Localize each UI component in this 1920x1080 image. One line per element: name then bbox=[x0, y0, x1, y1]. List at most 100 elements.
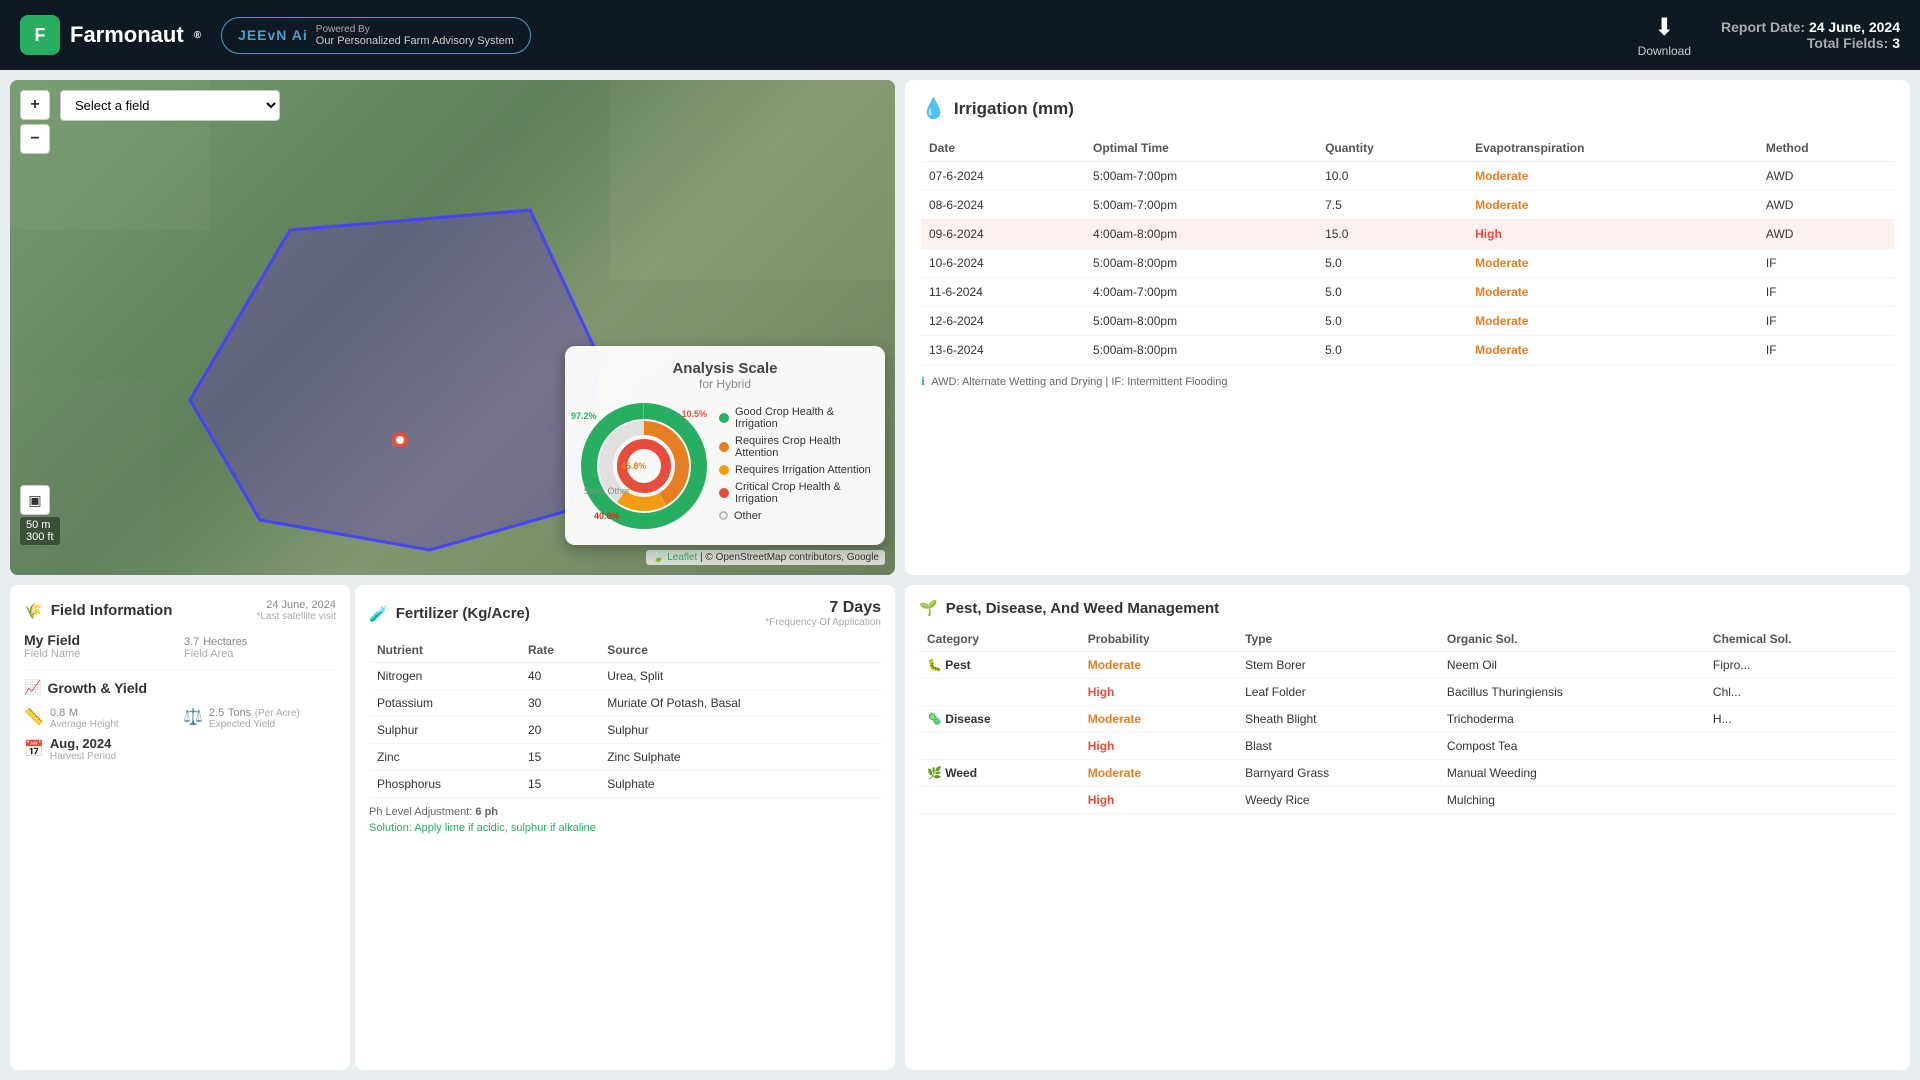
col-quantity: Quantity bbox=[1317, 135, 1467, 162]
logo-area: F Farmonaut ® bbox=[20, 15, 201, 55]
irr-method: IF bbox=[1758, 336, 1894, 365]
header: F Farmonaut ® JEEvN Ai Powered By Our Per… bbox=[0, 0, 1920, 70]
pest-row: High Leaf Folder Bacillus Thuringiensis … bbox=[919, 679, 1896, 706]
col-probability: Probability bbox=[1080, 627, 1237, 652]
pest-body: 🐛 Pest Moderate Stem Borer Neem Oil Fipr… bbox=[919, 652, 1896, 814]
irrigation-row: 13-6-2024 5:00am-8:00pm 5.0 Moderate IF bbox=[921, 336, 1894, 365]
fert-nutrient: Phosphorus bbox=[369, 771, 520, 798]
irr-qty: 10.0 bbox=[1317, 162, 1467, 191]
fertilizer-table: Nutrient Rate Source Nitrogen 40 Urea, S… bbox=[369, 638, 881, 798]
col-method: Method bbox=[1758, 135, 1894, 162]
pest-chemical bbox=[1705, 787, 1896, 814]
irr-qty: 5.0 bbox=[1317, 307, 1467, 336]
pest-row: 🐛 Pest Moderate Stem Borer Neem Oil Fipr… bbox=[919, 652, 1896, 679]
irrigation-row: 08-6-2024 5:00am-7:00pm 7.5 Moderate AWD bbox=[921, 191, 1894, 220]
legend-item-4: Critical Crop Health & Irrigation bbox=[719, 481, 871, 505]
fert-nutrient: Zinc bbox=[369, 744, 520, 771]
zoom-in-button[interactable]: + bbox=[20, 90, 50, 120]
analysis-popup: Analysis Scale for Hybrid bbox=[565, 346, 885, 545]
fert-row: Potassium 30 Muriate Of Potash, Basal bbox=[369, 690, 881, 717]
jeevn-logo: JEEvN Ai bbox=[238, 27, 308, 43]
main-content: + − Select a field ⛶ ▣ 50 m 300 ft 🍃 Lea… bbox=[0, 70, 1920, 1080]
label-5-other: 5%% Other bbox=[584, 486, 630, 496]
pest-header-row: Category Probability Type Organic Sol. C… bbox=[919, 627, 1896, 652]
irr-evap: Moderate bbox=[1467, 162, 1758, 191]
col-source: Source bbox=[599, 638, 881, 663]
pest-probability: Moderate bbox=[1080, 706, 1237, 733]
analysis-title: Analysis Scale bbox=[579, 360, 871, 377]
legend-item-2: Requires Crop Health Attention bbox=[719, 435, 871, 459]
app-name: Farmonaut bbox=[70, 22, 184, 48]
zoom-out-button[interactable]: − bbox=[20, 124, 50, 154]
pest-category bbox=[919, 679, 1080, 706]
legend-item-5: Other bbox=[719, 510, 871, 522]
pest-category bbox=[919, 787, 1080, 814]
days-badge: 7 Days *Frequency Of Application bbox=[765, 599, 881, 628]
jeevn-badge: JEEvN Ai Powered By Our Personalized Far… bbox=[221, 17, 531, 54]
irrigation-row: 11-6-2024 4:00am-7:00pm 5.0 Moderate IF bbox=[921, 278, 1894, 307]
layer-button[interactable]: ▣ bbox=[20, 485, 50, 515]
fertilizer-panel: 🧪 Fertilizer (Kg/Acre) 7 Days *Frequency… bbox=[355, 585, 895, 1070]
pest-table: Category Probability Type Organic Sol. C… bbox=[919, 627, 1896, 814]
col-optimal-time: Optimal Time bbox=[1085, 135, 1317, 162]
pest-organic: Compost Tea bbox=[1439, 733, 1705, 760]
irr-date: 11-6-2024 bbox=[921, 278, 1085, 307]
field-grid: My Field Field Name 3.7 Hectares Field A… bbox=[24, 632, 336, 660]
pest-chemical bbox=[1705, 733, 1896, 760]
pest-probability: Moderate bbox=[1080, 760, 1237, 787]
irr-time: 4:00am-7:00pm bbox=[1085, 278, 1317, 307]
col-nutrient: Nutrient bbox=[369, 638, 520, 663]
legend-dot-1 bbox=[719, 413, 729, 423]
irr-date: 10-6-2024 bbox=[921, 249, 1085, 278]
label-10: 10.5% bbox=[681, 409, 707, 419]
analysis-content: 97.2% 10.5% 45.8% 5%% Other 40.8% Good C… bbox=[579, 401, 871, 531]
irr-time: 5:00am-7:00pm bbox=[1085, 191, 1317, 220]
legend-dot-3 bbox=[719, 465, 729, 475]
field-info-section-title: 🌾 Field Information bbox=[24, 602, 172, 620]
pest-probability: High bbox=[1080, 733, 1237, 760]
pest-organic: Neem Oil bbox=[1439, 652, 1705, 679]
pest-probability: Moderate bbox=[1080, 652, 1237, 679]
reg-symbol: ® bbox=[194, 30, 201, 41]
download-button[interactable]: ⬇ Download bbox=[1638, 13, 1691, 58]
legend-item-1: Good Crop Health & Irrigation bbox=[719, 406, 871, 430]
irr-time: 5:00am-8:00pm bbox=[1085, 307, 1317, 336]
pest-probability: High bbox=[1080, 679, 1237, 706]
pest-organic: Mulching bbox=[1439, 787, 1705, 814]
irr-time: 5:00am-8:00pm bbox=[1085, 249, 1317, 278]
irrigation-row: 09-6-2024 4:00am-8:00pm 15.0 High AWD bbox=[921, 220, 1894, 249]
fert-rate: 30 bbox=[520, 690, 599, 717]
logo-icon: F bbox=[20, 15, 60, 55]
field-name-item: My Field Field Name bbox=[24, 632, 176, 660]
irr-date: 09-6-2024 bbox=[921, 220, 1085, 249]
irr-evap: Moderate bbox=[1467, 278, 1758, 307]
fert-nutrient: Potassium bbox=[369, 690, 520, 717]
irrigation-table: Date Optimal Time Quantity Evapotranspir… bbox=[921, 135, 1894, 365]
field-select[interactable]: Select a field bbox=[60, 90, 280, 121]
yield-item: ⚖️ 2.5 Tons (Per Acre) Expected Yield bbox=[183, 704, 336, 730]
pest-chemical: Chl... bbox=[1705, 679, 1896, 706]
total-fields: Total Fields: 3 bbox=[1721, 35, 1900, 51]
pest-category: 🦠 Disease bbox=[919, 706, 1080, 733]
pest-panel: 🌱 Pest, Disease, And Weed Management Cat… bbox=[905, 585, 1910, 1070]
irr-qty: 15.0 bbox=[1317, 220, 1467, 249]
growth-title: 📈 Growth & Yield bbox=[24, 679, 336, 696]
irr-method: AWD bbox=[1758, 162, 1894, 191]
pest-row: 🦠 Disease Moderate Sheath Blight Trichod… bbox=[919, 706, 1896, 733]
fertilizer-body: Nitrogen 40 Urea, Split Potassium 30 Mur… bbox=[369, 663, 881, 798]
map-controls: + − bbox=[20, 90, 50, 154]
fert-rate: 15 bbox=[520, 771, 599, 798]
irrigation-title: 💧 Irrigation (mm) bbox=[921, 96, 1894, 121]
label-45: 45.8% bbox=[621, 461, 647, 471]
pest-organic: Bacillus Thuringiensis bbox=[1439, 679, 1705, 706]
fert-source: Zinc Sulphate bbox=[599, 744, 881, 771]
fert-nutrient: Sulphur bbox=[369, 717, 520, 744]
irr-evap: Moderate bbox=[1467, 336, 1758, 365]
fert-rate: 15 bbox=[520, 744, 599, 771]
analysis-legend: Good Crop Health & Irrigation Requires C… bbox=[719, 406, 871, 527]
pest-row: High Weedy Rice Mulching bbox=[919, 787, 1896, 814]
irrigation-row: 07-6-2024 5:00am-7:00pm 10.0 Moderate AW… bbox=[921, 162, 1894, 191]
col-chemical: Chemical Sol. bbox=[1705, 627, 1896, 652]
map-scale: 50 m 300 ft bbox=[20, 517, 60, 545]
irrigation-body: 07-6-2024 5:00am-7:00pm 10.0 Moderate AW… bbox=[921, 162, 1894, 365]
